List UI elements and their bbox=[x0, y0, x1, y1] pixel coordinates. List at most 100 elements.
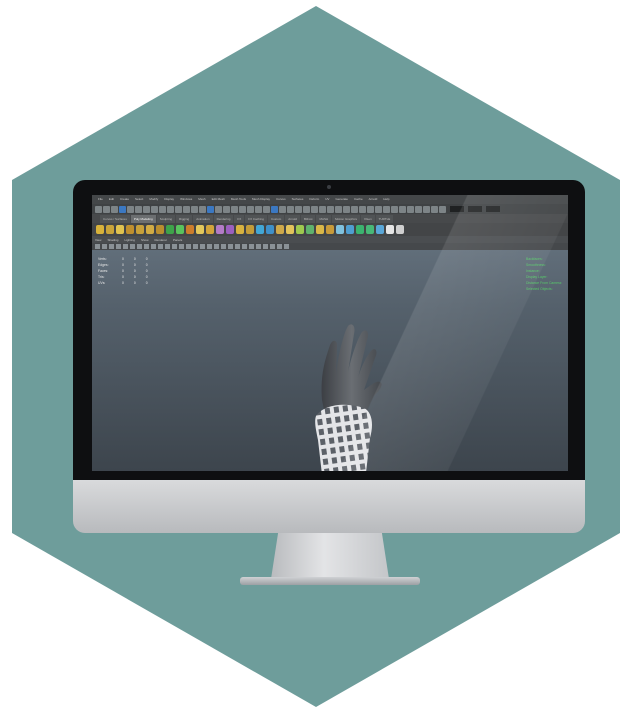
shelf-tool-icon[interactable] bbox=[206, 225, 214, 234]
viewport-tool-icon[interactable] bbox=[256, 244, 261, 249]
viewport-tool-icon[interactable] bbox=[102, 244, 107, 249]
shelf-tool-icon[interactable] bbox=[386, 225, 394, 234]
shelf-tool-icon[interactable] bbox=[196, 225, 204, 234]
shelf-tab[interactable]: MASH bbox=[316, 215, 332, 223]
shelf-tab[interactable]: Rendering bbox=[213, 215, 234, 223]
viewport-tool-icon[interactable] bbox=[242, 244, 247, 249]
status-tool-icon[interactable] bbox=[415, 205, 422, 213]
status-tool-icon[interactable] bbox=[255, 205, 262, 213]
menu-item[interactable]: File bbox=[98, 195, 103, 204]
status-tool-icon[interactable] bbox=[207, 205, 214, 213]
status-tool-icon[interactable] bbox=[335, 205, 342, 213]
status-input-field[interactable] bbox=[450, 206, 464, 212]
viewport-tool-icon[interactable] bbox=[116, 244, 121, 249]
status-tool-icon[interactable] bbox=[135, 205, 142, 213]
viewport-tool-icon[interactable] bbox=[214, 244, 219, 249]
shelf-tool-icon[interactable] bbox=[236, 225, 244, 234]
viewport-tool-icon[interactable] bbox=[207, 244, 212, 249]
status-tool-icon[interactable] bbox=[295, 205, 302, 213]
shelf-tool-icon[interactable] bbox=[286, 225, 294, 234]
shelf-tab[interactable]: Poly Modeling bbox=[130, 215, 156, 223]
menu-item[interactable]: UV bbox=[325, 195, 329, 204]
status-tool-icon[interactable] bbox=[351, 205, 358, 213]
menu-item[interactable]: Modify bbox=[149, 195, 158, 204]
panel-menu-item[interactable]: Panels bbox=[173, 238, 182, 242]
shelf-tool-icon[interactable] bbox=[296, 225, 304, 234]
shelf-tool-icon[interactable] bbox=[216, 225, 224, 234]
status-tool-icon[interactable] bbox=[287, 205, 294, 213]
menu-item[interactable]: Generate bbox=[335, 195, 348, 204]
status-tool-icon[interactable] bbox=[231, 205, 238, 213]
menu-item[interactable]: Help bbox=[383, 195, 389, 204]
shelf-tool-icon[interactable] bbox=[96, 225, 104, 234]
shelf-tab[interactable]: TURTLE bbox=[375, 215, 394, 223]
viewport-tool-icon[interactable] bbox=[284, 244, 289, 249]
status-tool-icon[interactable] bbox=[319, 205, 326, 213]
menu-item[interactable]: Edit bbox=[109, 195, 114, 204]
shelf-tool-icon[interactable] bbox=[246, 225, 254, 234]
status-tool-icon[interactable] bbox=[223, 205, 230, 213]
status-tool-icon[interactable] bbox=[311, 205, 318, 213]
status-tool-icon[interactable] bbox=[431, 205, 438, 213]
status-tool-icon[interactable] bbox=[191, 205, 198, 213]
shelf-tool-icon[interactable] bbox=[356, 225, 364, 234]
viewport-tool-icon[interactable] bbox=[235, 244, 240, 249]
shelf-tool-icon[interactable] bbox=[186, 225, 194, 234]
shelf-tool-icon[interactable] bbox=[116, 225, 124, 234]
shelf-tool-icon[interactable] bbox=[336, 225, 344, 234]
status-tool-icon[interactable] bbox=[95, 205, 102, 213]
shelf-tab[interactable]: Motion Graphics bbox=[332, 215, 360, 223]
shelf-tool-icon[interactable] bbox=[256, 225, 264, 234]
shelf-tool-icon[interactable] bbox=[266, 225, 274, 234]
shelf-tool-icon[interactable] bbox=[166, 225, 174, 234]
viewport-tool-icon[interactable] bbox=[130, 244, 135, 249]
viewport-tool-icon[interactable] bbox=[193, 244, 198, 249]
shelf-tool-icon[interactable] bbox=[306, 225, 314, 234]
viewport-tool-icon[interactable] bbox=[137, 244, 142, 249]
panel-menu-item[interactable]: Shading bbox=[107, 238, 118, 242]
viewport-tool-icon[interactable] bbox=[186, 244, 191, 249]
status-tool-icon[interactable] bbox=[215, 205, 222, 213]
shelf-tool-icon[interactable] bbox=[346, 225, 354, 234]
menu-item[interactable]: Deform bbox=[309, 195, 319, 204]
shelf-tab[interactable]: Custom bbox=[267, 215, 285, 223]
status-input-field[interactable] bbox=[486, 206, 500, 212]
shelf-tab[interactable]: FX bbox=[234, 215, 245, 223]
status-tool-icon[interactable] bbox=[119, 205, 126, 213]
status-tool-icon[interactable] bbox=[327, 205, 334, 213]
status-tool-icon[interactable] bbox=[343, 205, 350, 213]
menu-item[interactable]: Mesh bbox=[198, 195, 205, 204]
shelf-tab[interactable]: Curves / Surfaces bbox=[100, 215, 130, 223]
viewport-tool-icon[interactable] bbox=[249, 244, 254, 249]
status-tool-icon[interactable] bbox=[175, 205, 182, 213]
panel-menu-item[interactable]: Show bbox=[141, 238, 149, 242]
status-tool-icon[interactable] bbox=[159, 205, 166, 213]
panel-menu-item[interactable]: Lighting bbox=[124, 238, 135, 242]
viewport-tool-icon[interactable] bbox=[270, 244, 275, 249]
status-tool-icon[interactable] bbox=[271, 205, 278, 213]
menu-item[interactable]: Create bbox=[120, 195, 129, 204]
status-tool-icon[interactable] bbox=[423, 205, 430, 213]
status-tool-icon[interactable] bbox=[127, 205, 134, 213]
shelf-tab[interactable]: Rigging bbox=[176, 215, 193, 223]
menu-item[interactable]: Surfaces bbox=[292, 195, 304, 204]
status-tool-icon[interactable] bbox=[199, 205, 206, 213]
status-input-field[interactable] bbox=[468, 206, 482, 212]
panel-menu-item[interactable]: View bbox=[95, 238, 101, 242]
viewport-tool-icon[interactable] bbox=[200, 244, 205, 249]
viewport-tool-icon[interactable] bbox=[221, 244, 226, 249]
status-tool-icon[interactable] bbox=[391, 205, 398, 213]
status-tool-icon[interactable] bbox=[167, 205, 174, 213]
shelf-tab[interactable]: FX Caching bbox=[245, 215, 267, 223]
shelf-tool-icon[interactable] bbox=[146, 225, 154, 234]
status-tool-icon[interactable] bbox=[263, 205, 270, 213]
viewport-tool-icon[interactable] bbox=[179, 244, 184, 249]
status-tool-icon[interactable] bbox=[375, 205, 382, 213]
menu-item[interactable]: Windows bbox=[180, 195, 192, 204]
viewport-tool-icon[interactable] bbox=[263, 244, 268, 249]
menu-item[interactable]: Curves bbox=[276, 195, 286, 204]
status-tool-icon[interactable] bbox=[439, 205, 446, 213]
shelf-tool-icon[interactable] bbox=[376, 225, 384, 234]
shelf-tab[interactable]: Arnold bbox=[285, 215, 300, 223]
status-tool-icon[interactable] bbox=[359, 205, 366, 213]
